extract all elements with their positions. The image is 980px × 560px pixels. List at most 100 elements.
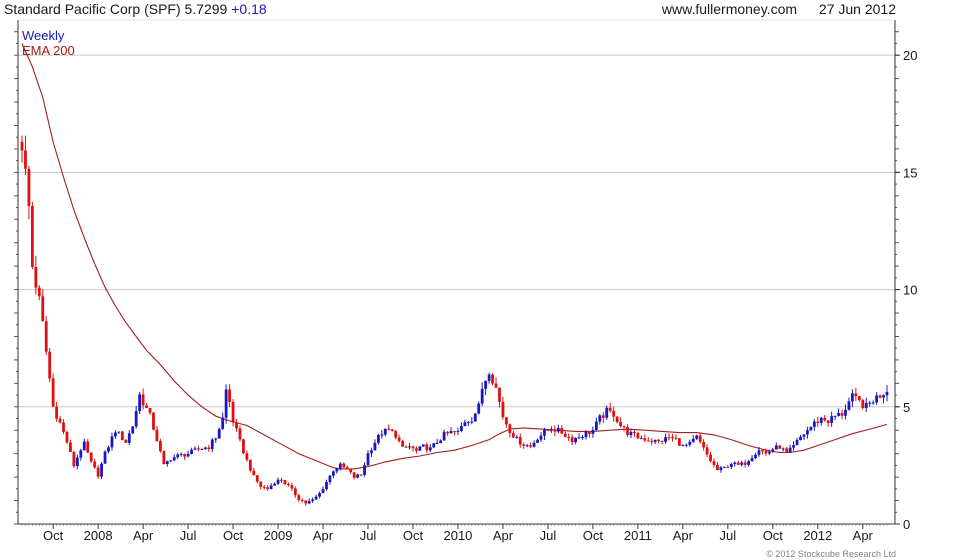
candle-body-170 (608, 407, 612, 411)
xtick-label-9: 2010 (443, 528, 472, 543)
xtick-label-18: Apr (853, 528, 874, 543)
candle-body-23 (100, 463, 103, 477)
candle-body-185 (660, 441, 664, 443)
candle-body-234 (830, 416, 834, 423)
candle-body-114 (415, 448, 418, 451)
candle-body-157 (563, 433, 567, 437)
candle-body-223 (792, 445, 795, 448)
xtick-label-17: 2012 (803, 528, 832, 543)
candle-body-197 (702, 441, 706, 448)
candle-body-34 (138, 394, 142, 412)
candle-body-92 (338, 463, 342, 469)
candle-body-233 (826, 420, 830, 423)
candle-body-46 (179, 454, 183, 456)
candle-body-76 (283, 480, 287, 485)
candle-body-91 (335, 468, 339, 472)
candle-body-55 (210, 439, 214, 449)
candle-body-133 (480, 388, 484, 404)
candle-body-53 (203, 447, 207, 449)
candle-body-14 (69, 442, 72, 452)
candle-body-225 (799, 436, 802, 440)
candle-body-193 (688, 441, 692, 445)
candle-body-66 (248, 459, 252, 471)
candle-body-235 (833, 415, 837, 417)
candle-body-200 (712, 461, 716, 465)
candle-body-207 (736, 462, 740, 465)
candle-body-209 (743, 462, 747, 465)
candle-body-201 (716, 464, 719, 471)
candle-body-108 (394, 430, 398, 438)
xtick-label-14: Apr (673, 528, 694, 543)
candle-body-208 (740, 462, 744, 465)
candle-body-238 (844, 409, 847, 416)
candle-body-11 (58, 418, 62, 423)
candle-body-131 (473, 413, 477, 422)
candle-body-96 (352, 472, 356, 478)
candle-body-20 (89, 452, 93, 462)
ytick-label-15: 15 (903, 165, 917, 180)
candle-body-190 (678, 438, 681, 446)
candle-body-211 (750, 458, 754, 462)
candle-body-228 (809, 426, 813, 431)
candle-body-129 (466, 421, 470, 423)
candle-body-236 (837, 412, 840, 416)
candle-body-69 (259, 481, 263, 487)
candle-body-0 (20, 141, 24, 151)
candle-body-107 (390, 429, 394, 431)
candle-body-118 (428, 447, 432, 451)
candle-body-83 (307, 501, 311, 504)
candle-body-15 (72, 451, 76, 467)
candle-body-137 (494, 383, 498, 388)
candle-body-102 (373, 442, 377, 451)
candle-body-196 (698, 435, 702, 442)
candle-body-177 (633, 431, 636, 434)
candle-body-168 (601, 415, 605, 418)
candle-body-97 (356, 474, 360, 478)
candle-body-249 (882, 395, 885, 398)
candle-body-95 (349, 469, 353, 473)
candle-body-90 (332, 471, 335, 476)
candle-body-183 (653, 439, 657, 442)
candle-body-24 (103, 451, 107, 464)
candle-body-61 (231, 401, 235, 423)
candle-body-151 (543, 429, 546, 436)
candle-body-202 (719, 467, 723, 471)
candle-body-57 (217, 428, 221, 439)
candle-body-194 (691, 438, 695, 442)
candle-body-171 (612, 410, 616, 417)
candle-body-152 (546, 429, 550, 431)
legend-ema: EMA 200 (22, 43, 75, 58)
candle-body-165 (591, 429, 595, 434)
candle-body-31 (127, 433, 131, 443)
candle-body-22 (96, 467, 100, 477)
candle-body-93 (342, 463, 346, 468)
candle-body-163 (584, 431, 588, 438)
candle-body-189 (674, 437, 678, 439)
candle-body-153 (549, 429, 553, 431)
candle-body-206 (733, 462, 737, 464)
candle-body-64 (242, 439, 245, 454)
candle-body-148 (532, 442, 536, 447)
candle-body-162 (581, 437, 584, 439)
candle-body-134 (484, 380, 488, 389)
candle-body-101 (370, 450, 373, 454)
candle-body-94 (345, 467, 349, 470)
candle-body-79 (293, 488, 297, 496)
candle-body-191 (681, 445, 685, 447)
candle-body-174 (622, 426, 626, 428)
candle-body-52 (200, 448, 204, 450)
candle-body-60 (228, 389, 231, 402)
candle-body-149 (536, 439, 539, 443)
xtick-label-16: Oct (763, 528, 784, 543)
candle-body-88 (325, 481, 328, 490)
candle-body-173 (619, 422, 622, 427)
candle-body-192 (684, 444, 688, 446)
candle-body-199 (709, 454, 712, 462)
candle-body-70 (262, 486, 266, 488)
candle-body-155 (556, 427, 560, 432)
candle-body-87 (321, 489, 325, 494)
candle-body-40 (159, 441, 162, 452)
candle-body-181 (646, 440, 650, 442)
candle-body-205 (729, 463, 733, 468)
candle-body-33 (134, 411, 138, 427)
